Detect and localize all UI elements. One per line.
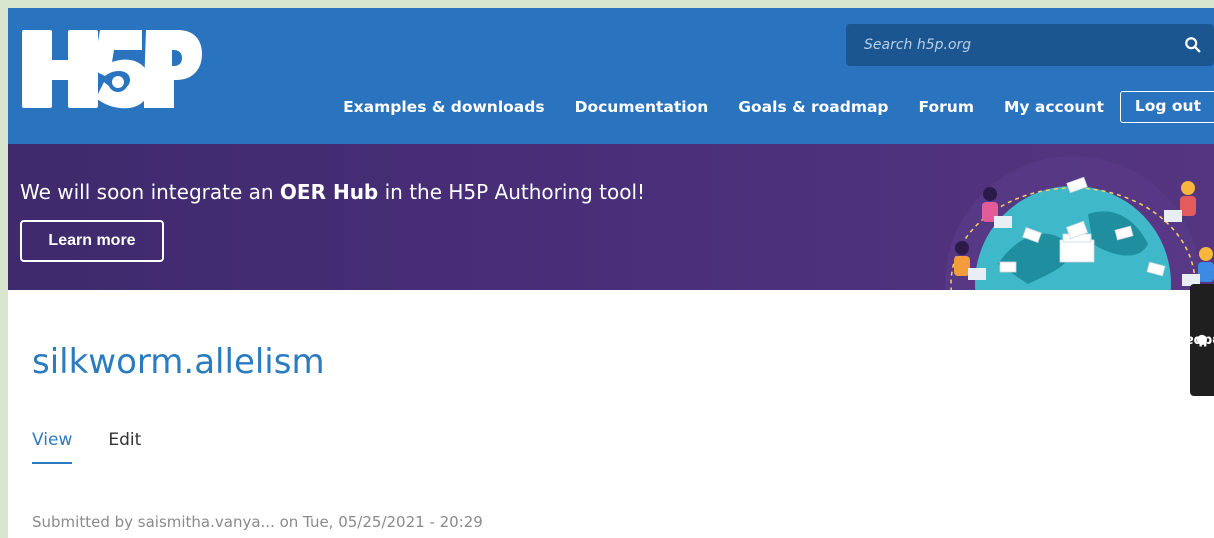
globe-illustration bbox=[945, 156, 1214, 290]
learn-more-button[interactable]: Learn more bbox=[20, 220, 164, 262]
nav-forum[interactable]: Forum bbox=[919, 98, 974, 116]
search-icon[interactable] bbox=[1184, 36, 1202, 54]
page-title: silkworm.allelism bbox=[32, 342, 325, 382]
page-frame: Examples & downloads Documentation Goals… bbox=[8, 8, 1214, 538]
logout-button[interactable]: Log out bbox=[1119, 91, 1214, 123]
banner-text-before: We will soon integrate an bbox=[20, 180, 280, 204]
submitted-info: Submitted by saismitha.vanya... on Tue, … bbox=[32, 513, 483, 531]
tab-edit[interactable]: Edit bbox=[108, 430, 141, 464]
search-box bbox=[846, 24, 1214, 66]
banner-message: We will soon integrate an OER Hub in the… bbox=[20, 180, 645, 204]
announcement-banner: We will soon integrate an OER Hub in the… bbox=[8, 144, 1214, 290]
site-header: Examples & downloads Documentation Goals… bbox=[8, 8, 1214, 144]
search-input[interactable] bbox=[864, 37, 1184, 53]
banner-text-after: in the H5P Authoring tool! bbox=[378, 180, 646, 204]
content-tabs: View Edit bbox=[32, 430, 177, 464]
nav-my-account[interactable]: My account bbox=[1004, 98, 1104, 116]
nav-goals-roadmap[interactable]: Goals & roadmap bbox=[738, 98, 888, 116]
nav-examples-downloads[interactable]: Examples & downloads bbox=[343, 98, 545, 116]
banner-text-bold: OER Hub bbox=[279, 180, 379, 204]
feedback-tab[interactable]: ● feedback bbox=[1168, 284, 1214, 396]
main-nav: Examples & downloads Documentation Goals… bbox=[313, 90, 1214, 124]
feedback-label-text: feedback bbox=[1168, 332, 1214, 348]
tab-view[interactable]: View bbox=[32, 430, 73, 464]
h5p-logo[interactable] bbox=[22, 30, 202, 110]
nav-documentation[interactable]: Documentation bbox=[575, 98, 709, 116]
